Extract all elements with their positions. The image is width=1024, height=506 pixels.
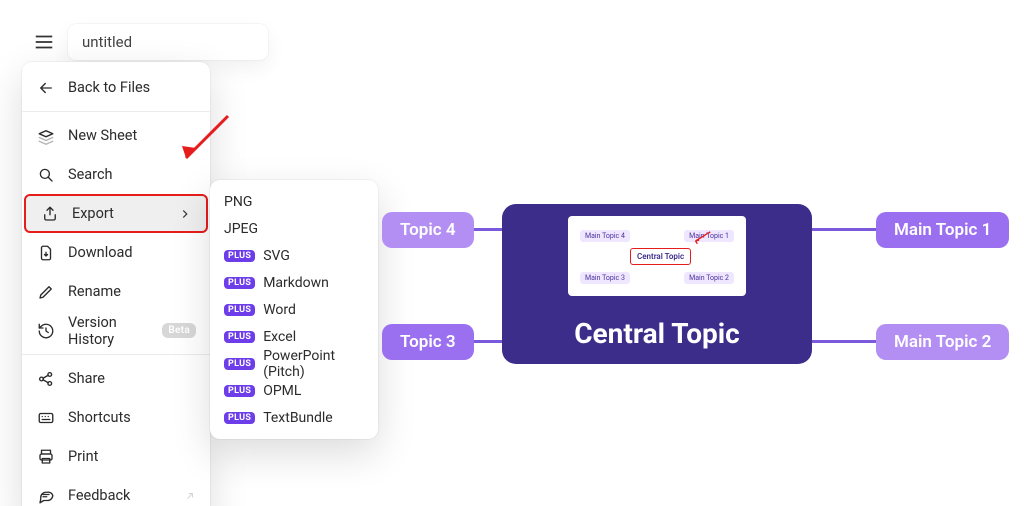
central-preview-image: Main Topic 4 Main Topic 1 Main Topic 3 M… xyxy=(568,216,746,296)
submenu-label: Excel xyxy=(263,329,296,345)
menu-version-history[interactable]: Version History Beta xyxy=(22,311,210,350)
plus-badge: PLUS xyxy=(224,250,255,262)
plus-badge: PLUS xyxy=(224,331,255,343)
connector-line xyxy=(811,340,877,343)
menu-label: Share xyxy=(68,370,105,387)
menu-shortcuts[interactable]: Shortcuts xyxy=(22,398,210,437)
branch-label: Topic 3 xyxy=(400,332,456,352)
menu-new-sheet[interactable]: New Sheet xyxy=(22,116,210,155)
print-icon xyxy=(36,447,56,467)
pencil-icon xyxy=(36,282,56,302)
export-markdown[interactable]: PLUS Markdown xyxy=(210,269,378,296)
connector-line xyxy=(811,228,877,231)
sheet-stack-icon xyxy=(36,126,56,146)
export-excel[interactable]: PLUS Excel xyxy=(210,323,378,350)
menu-export[interactable]: Export xyxy=(24,194,208,233)
export-textbundle[interactable]: PLUS TextBundle xyxy=(210,404,378,431)
menu-back-to-files[interactable]: Back to Files xyxy=(22,68,210,107)
export-jpeg[interactable]: JPEG xyxy=(210,215,378,242)
menu-label: Back to Files xyxy=(68,79,150,96)
external-link-icon xyxy=(184,490,196,502)
share-icon xyxy=(36,369,56,389)
mini-node-tl: Main Topic 4 xyxy=(580,230,630,242)
menu-label: Print xyxy=(68,448,98,465)
export-word[interactable]: PLUS Word xyxy=(210,296,378,323)
plus-badge: PLUS xyxy=(224,358,255,370)
menu-label: Feedback xyxy=(68,487,130,504)
menu-share[interactable]: Share xyxy=(22,359,210,398)
mini-node-central: Central Topic xyxy=(630,248,691,265)
menu-rename[interactable]: Rename xyxy=(22,272,210,311)
submenu-label: PNG xyxy=(224,194,252,210)
document-title: untitled xyxy=(82,33,132,51)
mini-node-br: Main Topic 2 xyxy=(684,272,734,284)
annotation-arrow-icon xyxy=(690,230,712,244)
submenu-label: Markdown xyxy=(263,275,329,291)
menu-label: Rename xyxy=(68,283,121,300)
branch-label: Main Topic 2 xyxy=(894,332,991,352)
hamburger-menu-button[interactable] xyxy=(26,24,62,60)
feedback-icon xyxy=(36,486,56,506)
plus-badge: PLUS xyxy=(224,304,255,316)
central-topic-label: Central Topic xyxy=(574,317,740,350)
submenu-label: TextBundle xyxy=(263,410,333,426)
menu-label: Export xyxy=(72,205,114,222)
menu-search[interactable]: Search xyxy=(22,155,210,194)
branch-label: Main Topic 1 xyxy=(894,220,991,240)
menu-label: New Sheet xyxy=(68,127,137,144)
export-opml[interactable]: PLUS OPML xyxy=(210,377,378,404)
keyboard-icon xyxy=(36,408,56,428)
branch-topic-3[interactable]: Topic 3 xyxy=(382,324,474,360)
branch-main-topic-2[interactable]: Main Topic 2 xyxy=(876,324,1009,360)
plus-badge: PLUS xyxy=(224,385,255,397)
menu-separator xyxy=(22,111,210,112)
arrow-left-icon xyxy=(36,78,56,98)
chevron-right-icon xyxy=(178,207,192,221)
plus-badge: PLUS xyxy=(224,277,255,289)
search-icon xyxy=(36,165,56,185)
export-svg[interactable]: PLUS SVG xyxy=(210,242,378,269)
submenu-label: OPML xyxy=(263,383,301,399)
menu-label: Version History xyxy=(68,314,150,348)
main-menu: Back to Files New Sheet Search Export Do… xyxy=(22,62,210,506)
history-icon xyxy=(36,321,56,341)
branch-main-topic-1[interactable]: Main Topic 1 xyxy=(876,212,1009,248)
branch-topic-4[interactable]: Topic 4 xyxy=(382,212,474,248)
menu-label: Search xyxy=(68,166,113,183)
submenu-label: PowerPoint (Pitch) xyxy=(263,348,364,380)
submenu-label: SVG xyxy=(263,248,290,264)
submenu-label: JPEG xyxy=(224,221,258,237)
menu-label: Download xyxy=(68,244,133,261)
menu-label: Shortcuts xyxy=(68,409,131,426)
plus-badge: PLUS xyxy=(224,412,255,424)
menu-download[interactable]: Download xyxy=(22,233,210,272)
export-png[interactable]: PNG xyxy=(210,188,378,215)
menu-feedback[interactable]: Feedback xyxy=(22,476,210,506)
export-submenu: PNG JPEG PLUS SVG PLUS Markdown PLUS Word P… xyxy=(210,180,378,439)
menu-print[interactable]: Print xyxy=(22,437,210,476)
submenu-label: Word xyxy=(263,302,296,318)
export-powerpoint[interactable]: PLUS PowerPoint (Pitch) xyxy=(210,350,378,377)
export-icon xyxy=(40,204,60,224)
mini-node-bl: Main Topic 3 xyxy=(580,272,630,284)
beta-badge: Beta xyxy=(162,323,196,338)
menu-separator xyxy=(22,354,210,355)
hamburger-icon xyxy=(33,31,55,53)
branch-label: Topic 4 xyxy=(400,220,456,240)
download-icon xyxy=(36,243,56,263)
document-title-input[interactable]: untitled xyxy=(68,24,268,60)
